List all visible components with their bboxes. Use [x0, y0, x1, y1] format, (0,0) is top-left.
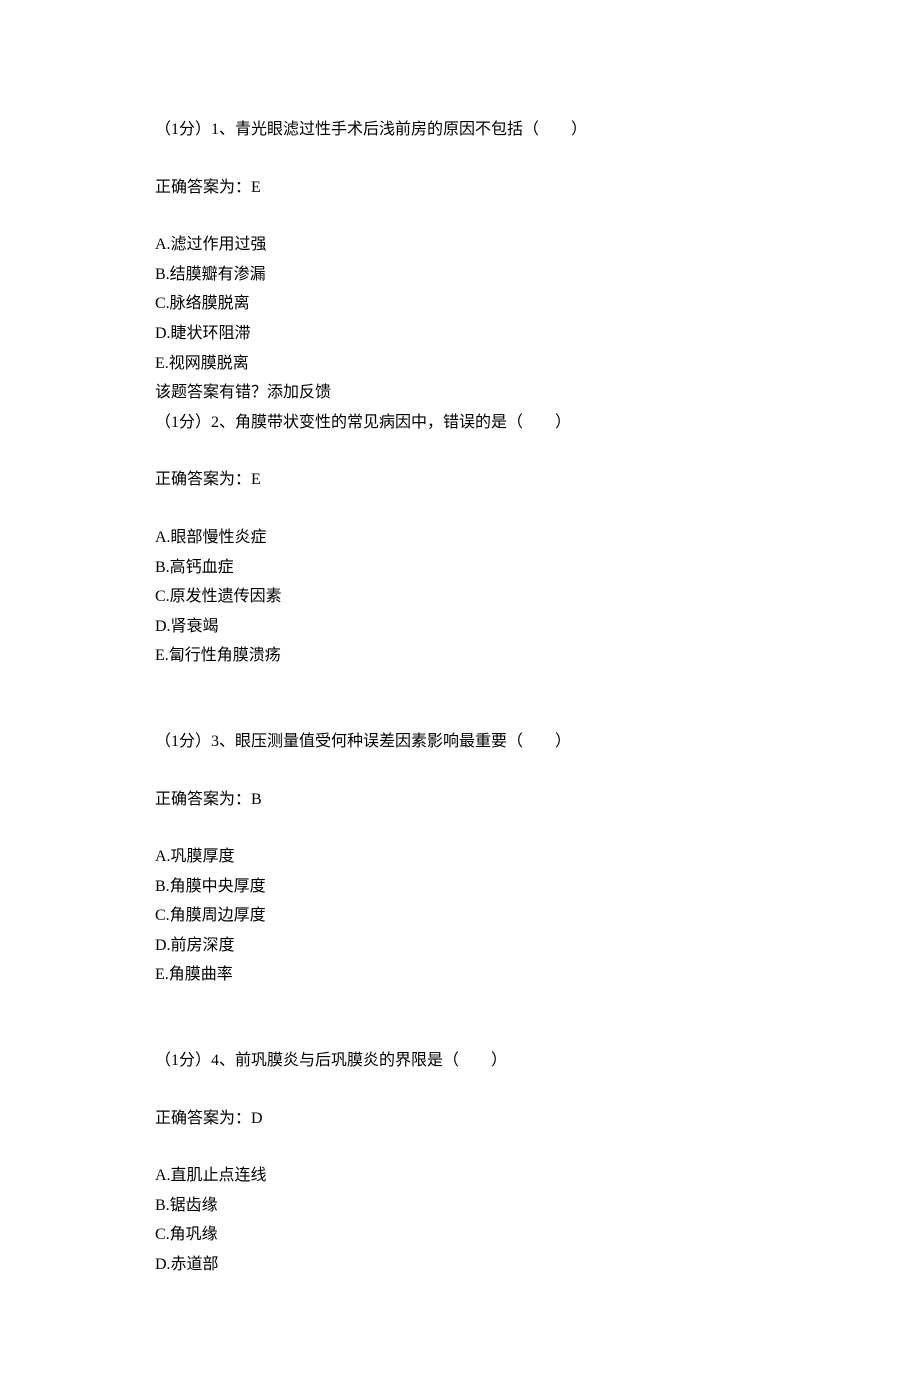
feedback-link[interactable]: 该题答案有错？添加反馈 [155, 378, 765, 408]
options-list: A.直肌止点连线 B.锯齿缘 C.角巩缘 D.赤道部 [155, 1161, 765, 1279]
option-b: B.高钙血症 [155, 553, 765, 583]
options-list: A.眼部慢性炎症 B.高钙血症 C.原发性遗传因素 D.肾衰竭 E.匐行性角膜溃… [155, 523, 765, 671]
option-e: E.视网膜脱离 [155, 349, 765, 379]
options-list: A.滤过作用过强 B.结膜瓣有渗漏 C.脉络膜脱离 D.睫状环阻滞 E.视网膜脱… [155, 230, 765, 378]
question-header: （1分）2、角膜带状变性的常见病因中，错误的是（ ） [155, 408, 765, 438]
option-b: B.角膜中央厚度 [155, 872, 765, 902]
option-d: D.肾衰竭 [155, 612, 765, 642]
option-c: C.脉络膜脱离 [155, 289, 765, 319]
correct-answer: 正确答案为：E [155, 465, 765, 495]
option-c: C.角巩缘 [155, 1220, 765, 1250]
question-header: （1分）3、眼压测量值受何种误差因素影响最重要（ ） [155, 727, 765, 757]
option-b: B.锯齿缘 [155, 1191, 765, 1221]
option-a: A.滤过作用过强 [155, 230, 765, 260]
question-header: （1分）1、青光眼滤过性手术后浅前房的原因不包括（ ） [155, 115, 765, 145]
question-block: （1分）2、角膜带状变性的常见病因中，错误的是（ ） 正确答案为：E A.眼部慢… [155, 408, 765, 671]
option-d: D.睫状环阻滞 [155, 319, 765, 349]
option-a: A.直肌止点连线 [155, 1161, 765, 1191]
question-block: （1分）1、青光眼滤过性手术后浅前房的原因不包括（ ） 正确答案为：E A.滤过… [155, 115, 765, 408]
spacer [155, 1018, 765, 1046]
option-d: D.前房深度 [155, 931, 765, 961]
option-d: D.赤道部 [155, 1250, 765, 1280]
options-list: A.巩膜厚度 B.角膜中央厚度 C.角膜周边厚度 D.前房深度 E.角膜曲率 [155, 842, 765, 990]
option-e: E.匐行性角膜溃疡 [155, 641, 765, 671]
correct-answer: 正确答案为：E [155, 173, 765, 203]
option-b: B.结膜瓣有渗漏 [155, 260, 765, 290]
document-content: （1分）1、青光眼滤过性手术后浅前房的原因不包括（ ） 正确答案为：E A.滤过… [155, 115, 765, 1280]
question-header: （1分）4、前巩膜炎与后巩膜炎的界限是（ ） [155, 1046, 765, 1076]
option-c: C.角膜周边厚度 [155, 901, 765, 931]
question-block: （1分）4、前巩膜炎与后巩膜炎的界限是（ ） 正确答案为：D A.直肌止点连线 … [155, 1046, 765, 1280]
question-block: （1分）3、眼压测量值受何种误差因素影响最重要（ ） 正确答案为：B A.巩膜厚… [155, 727, 765, 990]
correct-answer: 正确答案为：B [155, 785, 765, 815]
option-a: A.巩膜厚度 [155, 842, 765, 872]
option-c: C.原发性遗传因素 [155, 582, 765, 612]
spacer [155, 699, 765, 727]
option-a: A.眼部慢性炎症 [155, 523, 765, 553]
option-e: E.角膜曲率 [155, 960, 765, 990]
correct-answer: 正确答案为：D [155, 1104, 765, 1134]
